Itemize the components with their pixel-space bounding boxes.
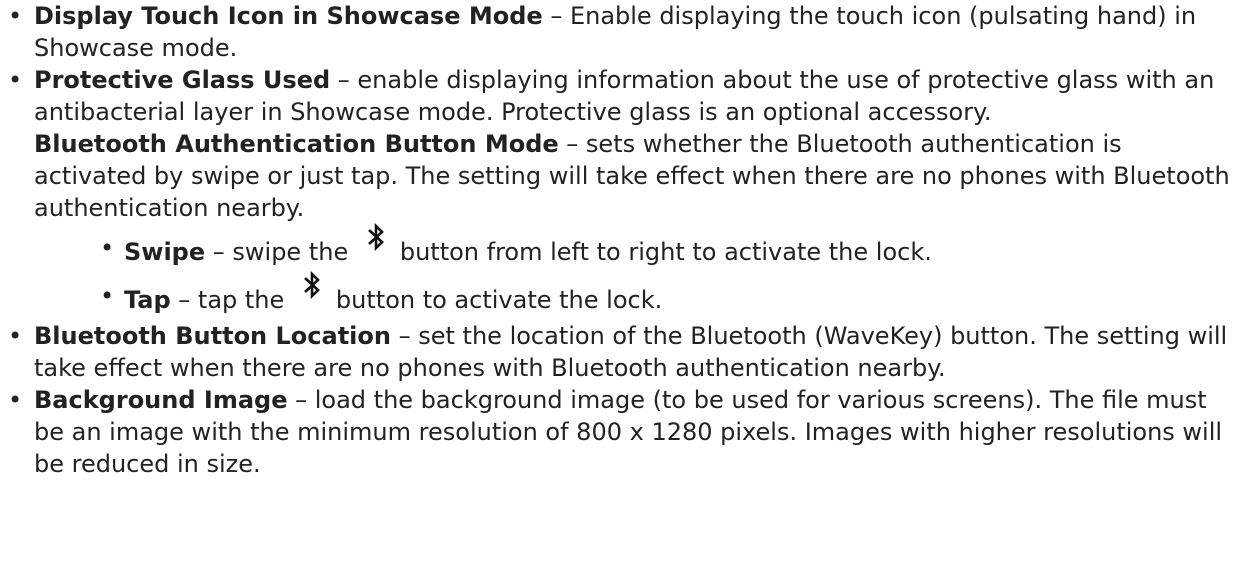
option-tap: • Tap – tap the button to activate the l… [34, 270, 1235, 320]
swipe-text-after: button from left to right to activate th… [399, 238, 932, 266]
bluetooth-icon [366, 222, 386, 252]
tap-text-after: button to activate the lock. [335, 286, 663, 314]
bullet-marker: • [8, 2, 23, 30]
bluetooth-icon [302, 270, 322, 300]
term-tap: Tap [124, 286, 171, 314]
swipe-text-before: – swipe the [205, 238, 356, 266]
term-bluetooth-button-location: Bluetooth Button Location [34, 322, 391, 350]
list-item-background-image: • Background Image – load the background… [0, 384, 1235, 480]
option-swipe: • Swipe – swipe the button from left to … [34, 222, 1235, 272]
tap-text-before: – tap the [170, 286, 292, 314]
term-display-touch-icon: Display Touch Icon in Showcase Mode [34, 2, 543, 30]
paragraph-protective-glass: Protective Glass Used – enable displayin… [34, 64, 1235, 128]
bullet-marker: • [8, 386, 23, 414]
bullet-marker: • [8, 322, 23, 350]
term-swipe: Swipe [124, 238, 206, 266]
list-item-bluetooth-button-location: • Bluetooth Button Location – set the lo… [0, 320, 1235, 384]
settings-description-list: • Display Touch Icon in Showcase Mode – … [0, 0, 1235, 480]
term-bluetooth-auth-mode: Bluetooth Authentication Button Mode [34, 130, 559, 158]
bullet-marker: • [100, 234, 115, 262]
document-page: • Display Touch Icon in Showcase Mode – … [0, 0, 1241, 577]
term-protective-glass: Protective Glass Used [34, 66, 331, 94]
list-item-protective-glass: • Protective Glass Used – enable display… [0, 64, 1235, 320]
term-background-image: Background Image [34, 386, 288, 414]
list-item-display-touch-icon: • Display Touch Icon in Showcase Mode – … [0, 0, 1235, 64]
auth-mode-options-list: • Swipe – swipe the button from left to … [34, 222, 1235, 320]
bullet-marker: • [100, 282, 115, 310]
paragraph-bluetooth-auth-mode: Bluetooth Authentication Button Mode – s… [34, 128, 1235, 224]
bullet-marker: • [8, 66, 23, 94]
